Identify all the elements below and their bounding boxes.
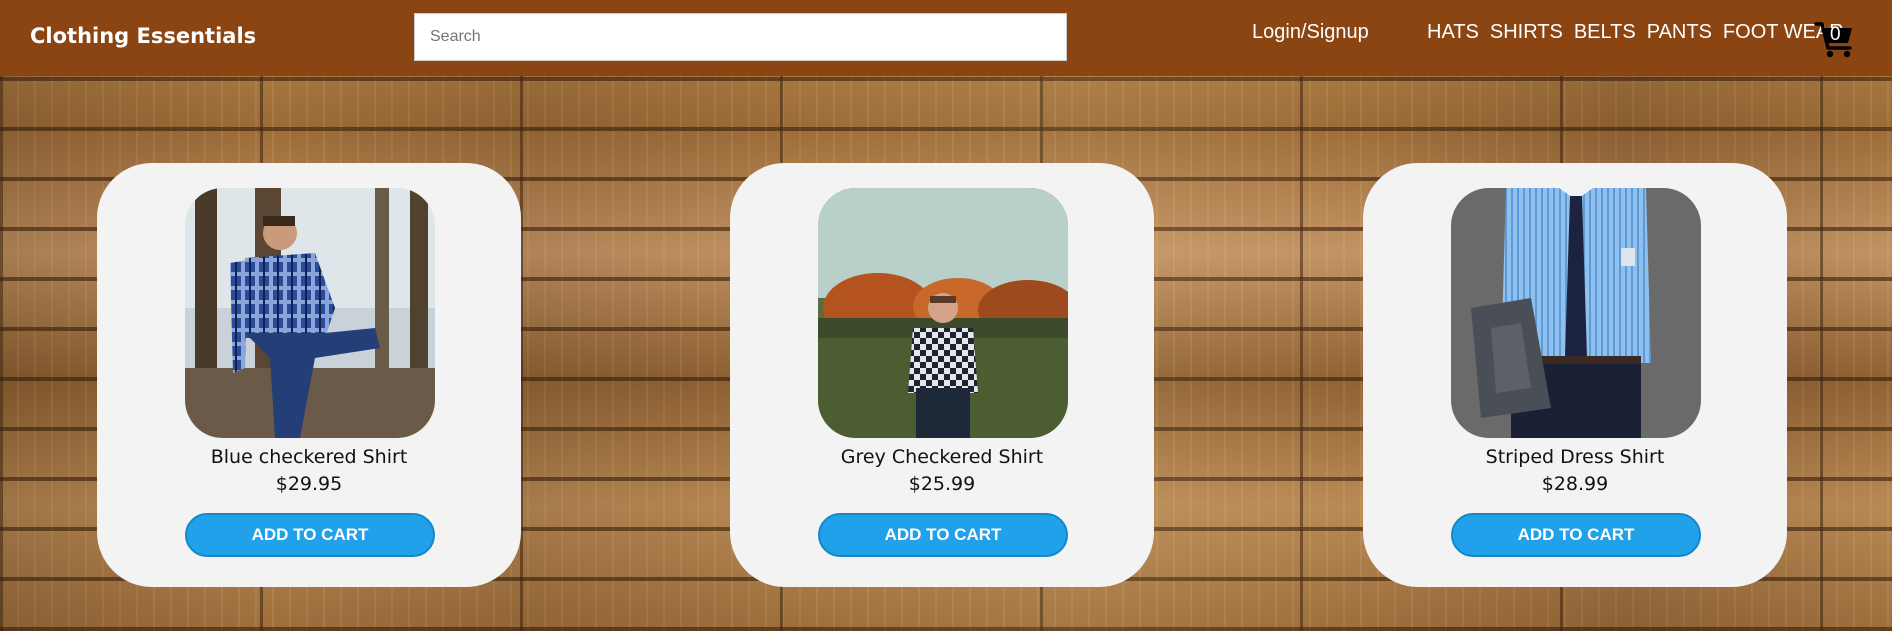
product-card: Blue checkered Shirt $29.95 ADD TO CART (97, 163, 521, 587)
category-menu: HATS SHIRTS BELTS PANTS FOOT WEAR (1427, 21, 1844, 44)
product-name: Grey Checkered Shirt (840, 446, 1044, 468)
product-price: $29.95 (275, 473, 343, 495)
cart-count: 0 (1830, 24, 1841, 45)
add-to-cart-button[interactable]: ADD TO CART (185, 513, 435, 557)
product-image[interactable] (1451, 188, 1701, 438)
product-name: Striped Dress Shirt (1485, 446, 1665, 468)
product-image[interactable] (818, 188, 1068, 438)
product-photo-blue-checkered-shirt (185, 188, 435, 438)
product-photo-striped-dress-shirt (1451, 188, 1701, 438)
add-to-cart-button[interactable]: ADD TO CART (1451, 513, 1701, 557)
menu-item-shirts[interactable]: SHIRTS (1490, 21, 1563, 44)
product-card: Striped Dress Shirt $28.99 ADD TO CART (1363, 163, 1787, 587)
product-photo-grey-checkered-shirt (818, 188, 1068, 438)
menu-item-pants[interactable]: PANTS (1647, 21, 1712, 44)
cart-button[interactable]: 0 (1814, 18, 1856, 60)
menu-item-belts[interactable]: BELTS (1574, 21, 1636, 44)
menu-item-hats[interactable]: HATS (1427, 21, 1479, 44)
search-input[interactable] (414, 13, 1067, 61)
login-signup-link[interactable]: Login/Signup (1252, 21, 1369, 44)
product-card: Grey Checkered Shirt $25.99 ADD TO CART (730, 163, 1154, 587)
navbar: Clothing Essentials Login/Signup HATS SH… (0, 0, 1892, 76)
add-to-cart-button[interactable]: ADD TO CART (818, 513, 1068, 557)
product-price: $28.99 (1541, 473, 1609, 495)
product-image[interactable] (185, 188, 435, 438)
brand-logo[interactable]: Clothing Essentials (30, 24, 256, 48)
product-price: $25.99 (908, 473, 976, 495)
product-name: Blue checkered Shirt (210, 446, 408, 468)
